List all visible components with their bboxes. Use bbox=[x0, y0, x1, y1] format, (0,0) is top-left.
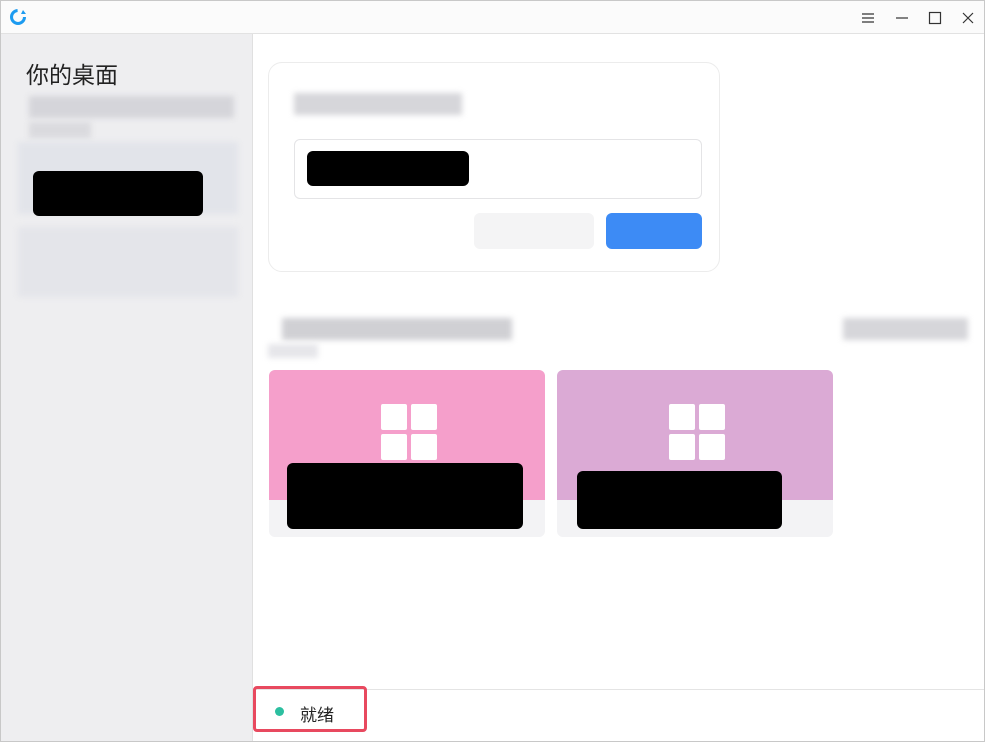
status-label: 就绪 bbox=[300, 706, 334, 726]
sidebar: 你的桌面 bbox=[1, 34, 253, 741]
status-highlight: 就绪 bbox=[253, 686, 367, 732]
desktop-card-2[interactable] bbox=[557, 370, 833, 537]
menu-icon[interactable] bbox=[857, 7, 879, 29]
confirm-button[interactable] bbox=[606, 213, 702, 249]
section-subtitle-obscured bbox=[268, 344, 318, 358]
section-actions-obscured[interactable] bbox=[843, 318, 968, 340]
desktop-card-1[interactable] bbox=[269, 370, 545, 537]
redacted-desktop-name bbox=[577, 471, 782, 529]
sidebar-item[interactable] bbox=[18, 227, 238, 297]
app-window: 你的桌面 就绪 bbox=[0, 0, 985, 742]
redacted-desktop-name bbox=[287, 463, 523, 529]
windows-logo-icon bbox=[669, 404, 725, 460]
redacted-item-label bbox=[33, 171, 203, 216]
close-icon[interactable] bbox=[957, 7, 979, 29]
maximize-icon[interactable] bbox=[924, 7, 946, 29]
status-dot-icon bbox=[275, 707, 284, 716]
sidebar-title: 你的桌面 bbox=[26, 63, 118, 89]
card-heading-obscured bbox=[294, 93, 462, 115]
title-bar bbox=[1, 1, 984, 34]
cancel-button[interactable] bbox=[474, 213, 594, 249]
redacted-input-value bbox=[307, 151, 469, 186]
sidebar-obscured-text bbox=[29, 122, 91, 138]
minimize-icon[interactable] bbox=[891, 7, 913, 29]
app-logo-icon bbox=[10, 9, 26, 25]
input-card bbox=[268, 62, 720, 272]
main-panel bbox=[253, 34, 984, 689]
sidebar-obscured-text bbox=[29, 96, 234, 118]
section-title-obscured bbox=[282, 318, 512, 340]
status-bar: 就绪 bbox=[253, 686, 984, 741]
windows-logo-icon bbox=[381, 404, 437, 460]
desktop-section-header bbox=[268, 294, 968, 358]
